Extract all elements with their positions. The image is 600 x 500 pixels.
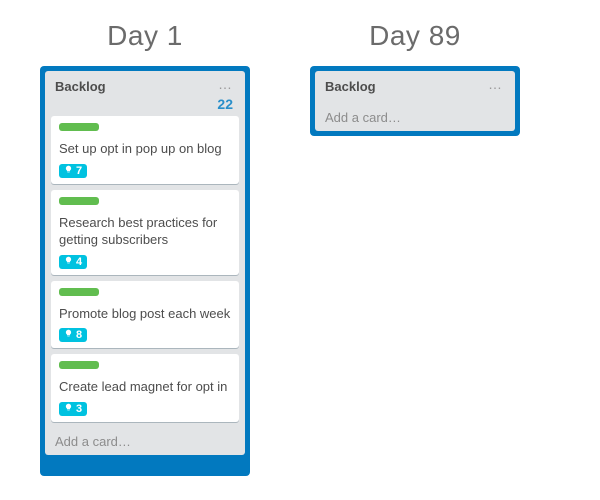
lightbulb-icon bbox=[64, 329, 73, 341]
label-green[interactable] bbox=[59, 361, 99, 369]
add-card-button[interactable]: Add a card… bbox=[321, 104, 509, 127]
card-title: Set up opt in pop up on blog bbox=[59, 140, 231, 158]
vote-count: 4 bbox=[76, 256, 82, 268]
column-day1: Day 1 Backlog … 22 Set up opt in pop up … bbox=[40, 20, 250, 476]
list-backlog-day89: Backlog … Add a card… bbox=[315, 71, 515, 131]
vote-badge: 3 bbox=[59, 402, 87, 416]
label-green[interactable] bbox=[59, 197, 99, 205]
list-header: Backlog … bbox=[51, 77, 239, 96]
card[interactable]: Research best practices for getting subs… bbox=[51, 190, 239, 275]
card[interactable]: Set up opt in pop up on blog 7 bbox=[51, 116, 239, 184]
list-count-row: 22 bbox=[51, 96, 239, 116]
vote-badge: 4 bbox=[59, 255, 87, 269]
list-title[interactable]: Backlog bbox=[325, 79, 376, 94]
vote-count: 3 bbox=[76, 403, 82, 415]
list-header: Backlog … bbox=[321, 77, 509, 104]
column-title: Day 89 bbox=[369, 20, 461, 52]
list-backlog-day1: Backlog … 22 Set up opt in pop up on blo… bbox=[45, 71, 245, 455]
card-title: Create lead magnet for opt in bbox=[59, 378, 231, 396]
card-badges: 7 bbox=[59, 164, 231, 178]
card-count-badge: 22 bbox=[217, 96, 233, 112]
vote-count: 8 bbox=[76, 329, 82, 341]
card-badges: 8 bbox=[59, 328, 231, 342]
vote-badge: 7 bbox=[59, 164, 87, 178]
cards-container: Set up opt in pop up on blog 7 bbox=[51, 116, 239, 428]
lightbulb-icon bbox=[64, 256, 73, 268]
label-green[interactable] bbox=[59, 123, 99, 131]
card-badges: 4 bbox=[59, 255, 231, 269]
lightbulb-icon bbox=[64, 403, 73, 415]
board-day1: Backlog … 22 Set up opt in pop up on blo… bbox=[40, 66, 250, 476]
list-menu-icon[interactable]: … bbox=[486, 79, 505, 89]
lightbulb-icon bbox=[64, 165, 73, 177]
list-menu-icon[interactable]: … bbox=[216, 79, 235, 89]
column-title: Day 1 bbox=[107, 20, 183, 52]
card[interactable]: Create lead magnet for opt in 3 bbox=[51, 354, 239, 422]
vote-badge: 8 bbox=[59, 328, 87, 342]
card-title: Research best practices for getting subs… bbox=[59, 214, 231, 249]
card-title: Promote blog post each week bbox=[59, 305, 231, 323]
vote-count: 7 bbox=[76, 165, 82, 177]
column-day89: Day 89 Backlog … Add a card… bbox=[310, 20, 520, 136]
label-green[interactable] bbox=[59, 288, 99, 296]
add-card-button[interactable]: Add a card… bbox=[51, 428, 239, 451]
card-badges: 3 bbox=[59, 402, 231, 416]
board-day89: Backlog … Add a card… bbox=[310, 66, 520, 136]
card[interactable]: Promote blog post each week 8 bbox=[51, 281, 239, 349]
list-title[interactable]: Backlog bbox=[55, 79, 106, 94]
